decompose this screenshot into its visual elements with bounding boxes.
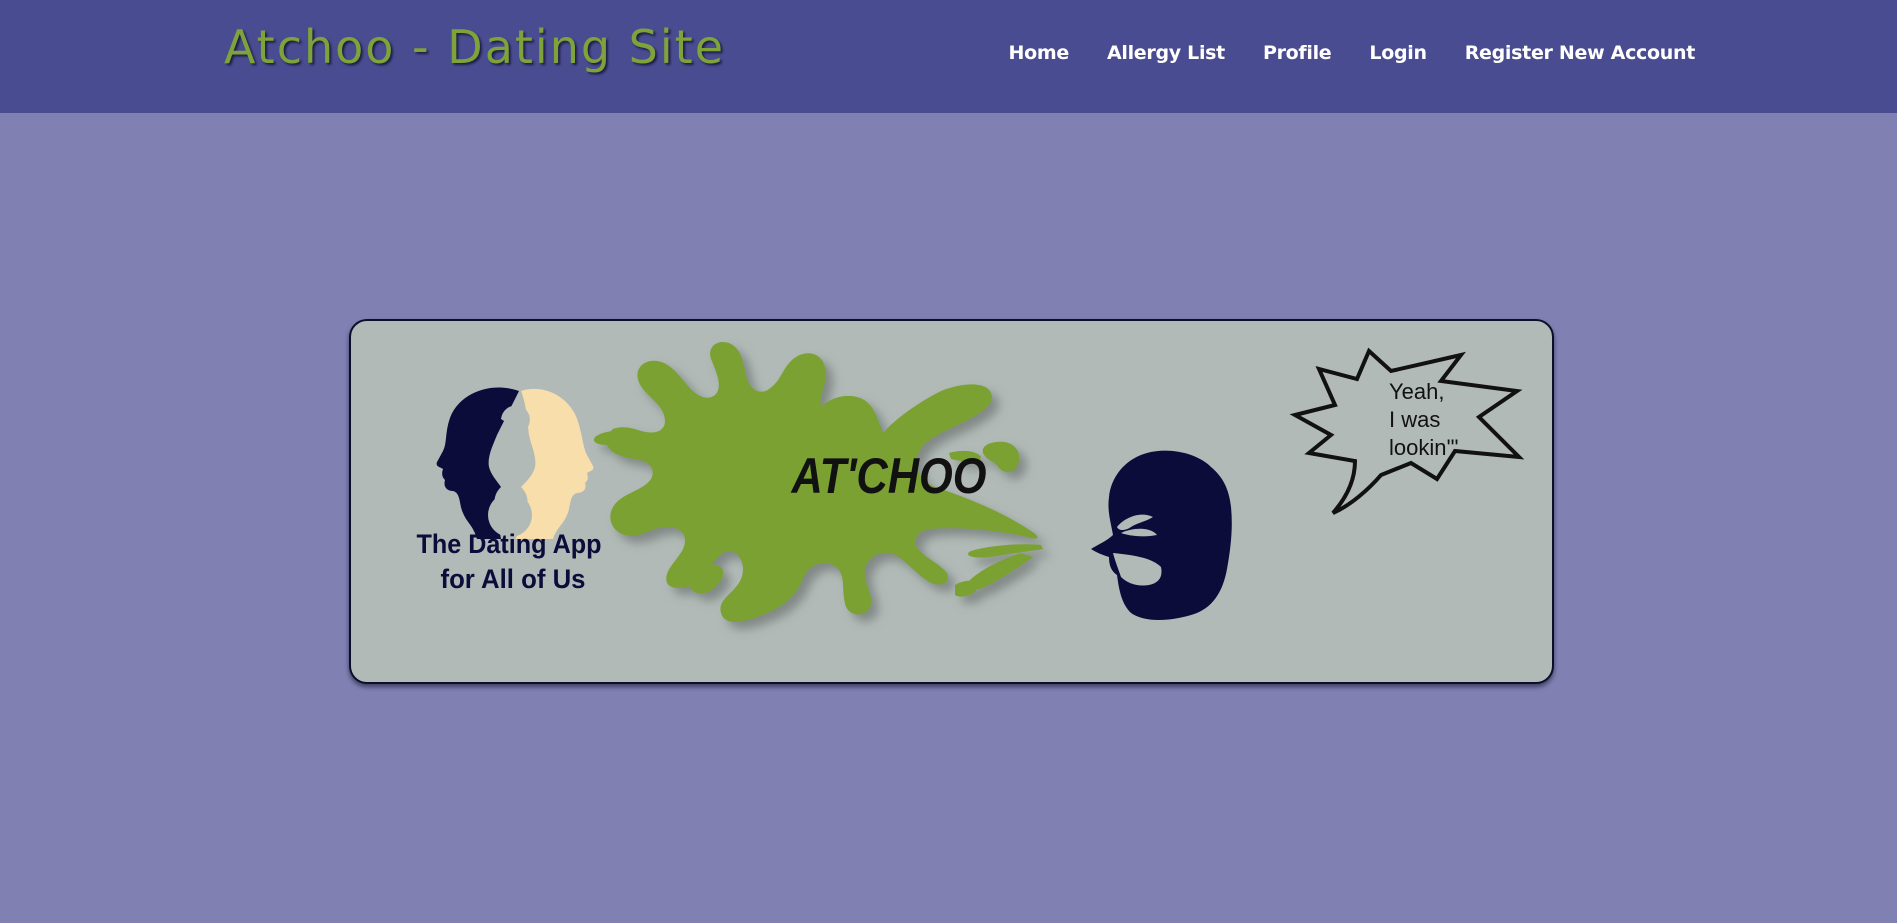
speech-line-2: I was	[1389, 407, 1440, 432]
site-title[interactable]: Atchoo - Dating Site	[224, 20, 725, 74]
nav-register-new-account[interactable]: Register New Account	[1465, 42, 1696, 64]
speech-bubble-icon	[1289, 347, 1525, 515]
speech-line-3: lookin'"	[1389, 435, 1459, 460]
nav-allergy-list[interactable]: Allergy List	[1107, 42, 1225, 64]
nav-login[interactable]: Login	[1369, 42, 1427, 64]
hero-banner: The Dating App for All of Us AT'CHOO Yea…	[349, 319, 1554, 684]
question-dot-icon	[504, 467, 516, 479]
tagline-line-2: for All of Us	[441, 564, 586, 594]
tagline-line-1: The Dating App	[417, 529, 602, 559]
splat-logo-text: AT'CHOO	[790, 448, 987, 504]
nav-profile[interactable]: Profile	[1263, 42, 1332, 64]
dating-heads-logo	[436, 387, 594, 539]
banner-artwork: The Dating App for All of Us AT'CHOO Yea…	[417, 341, 1525, 623]
site-header: Atchoo - Dating Site Home Allergy List P…	[0, 0, 1897, 113]
question-mark-icon	[501, 405, 530, 457]
main-nav: Home Allergy List Profile Login Register…	[1009, 42, 1696, 64]
sneezing-face-icon	[1091, 450, 1232, 620]
speech-line-1: Yeah,	[1389, 379, 1444, 404]
nav-home[interactable]: Home	[1009, 42, 1070, 64]
